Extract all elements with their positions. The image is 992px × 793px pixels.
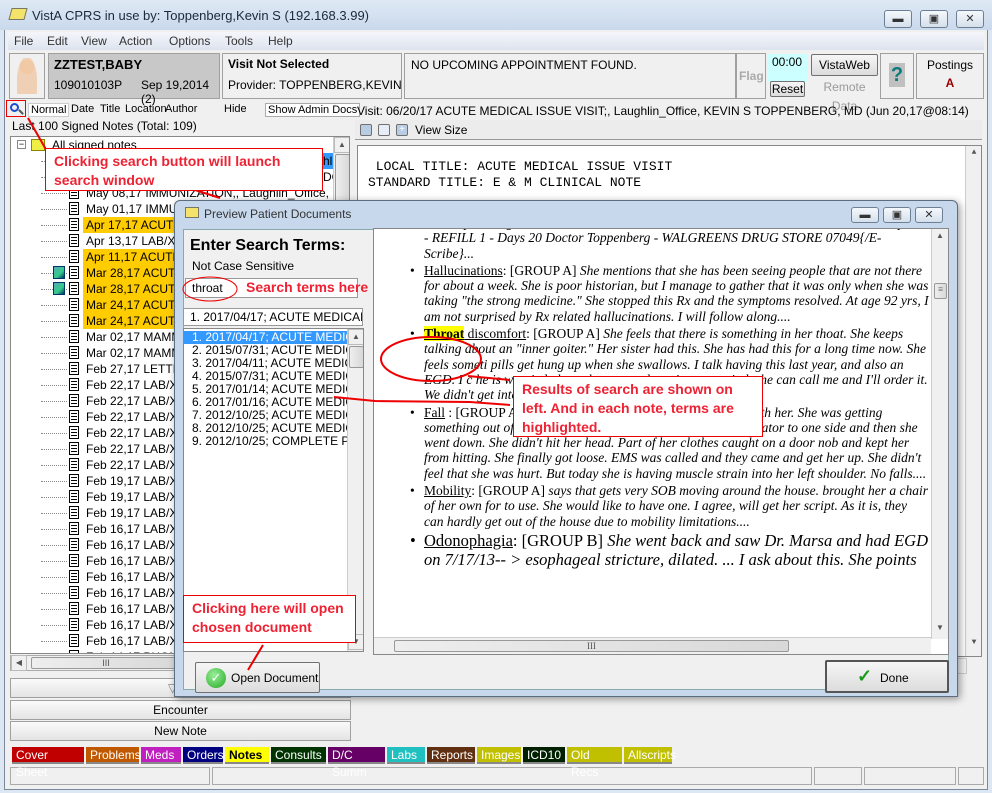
tab-cover-sheet[interactable]: Cover Sheet <box>12 747 84 779</box>
menu-options[interactable]: Options <box>169 34 210 48</box>
results-callout: Results of search are shown on left. And… <box>513 376 763 437</box>
tab-labs[interactable]: Labs <box>387 747 425 764</box>
menu-edit[interactable]: Edit <box>47 34 68 48</box>
tab-images[interactable]: Images <box>477 747 521 764</box>
tab-consults[interactable]: Consults <box>271 747 326 764</box>
menu-tools[interactable]: Tools <box>225 34 253 48</box>
menu-file[interactable]: File <box>14 34 33 48</box>
tab-meds[interactable]: Meds <box>141 747 181 764</box>
annotation-arrows <box>27 117 511 671</box>
tab-old-recs[interactable]: Old Recs <box>567 747 622 779</box>
search-button-callout: Clicking search button will launch searc… <box>45 148 323 191</box>
menu-view[interactable]: View <box>81 34 107 48</box>
tab-problems[interactable]: Problems <box>86 747 141 764</box>
tab-reports[interactable]: Reports <box>427 747 475 764</box>
menu-help[interactable]: Help <box>268 34 293 48</box>
tab-allscripts[interactable]: Allscripts <box>624 747 676 764</box>
tab-icd10[interactable]: ICD10 <box>523 747 565 764</box>
tab-notes[interactable]: Notes <box>225 747 269 764</box>
tab-d-c-summ[interactable]: D/C Summ <box>328 747 385 779</box>
open-document-callout: Clicking here will open chosen document <box>183 595 356 643</box>
search-terms-callout: Search terms here <box>246 279 369 295</box>
tab-orders[interactable]: Orders <box>183 747 224 764</box>
menu-action[interactable]: Action <box>119 34 152 48</box>
